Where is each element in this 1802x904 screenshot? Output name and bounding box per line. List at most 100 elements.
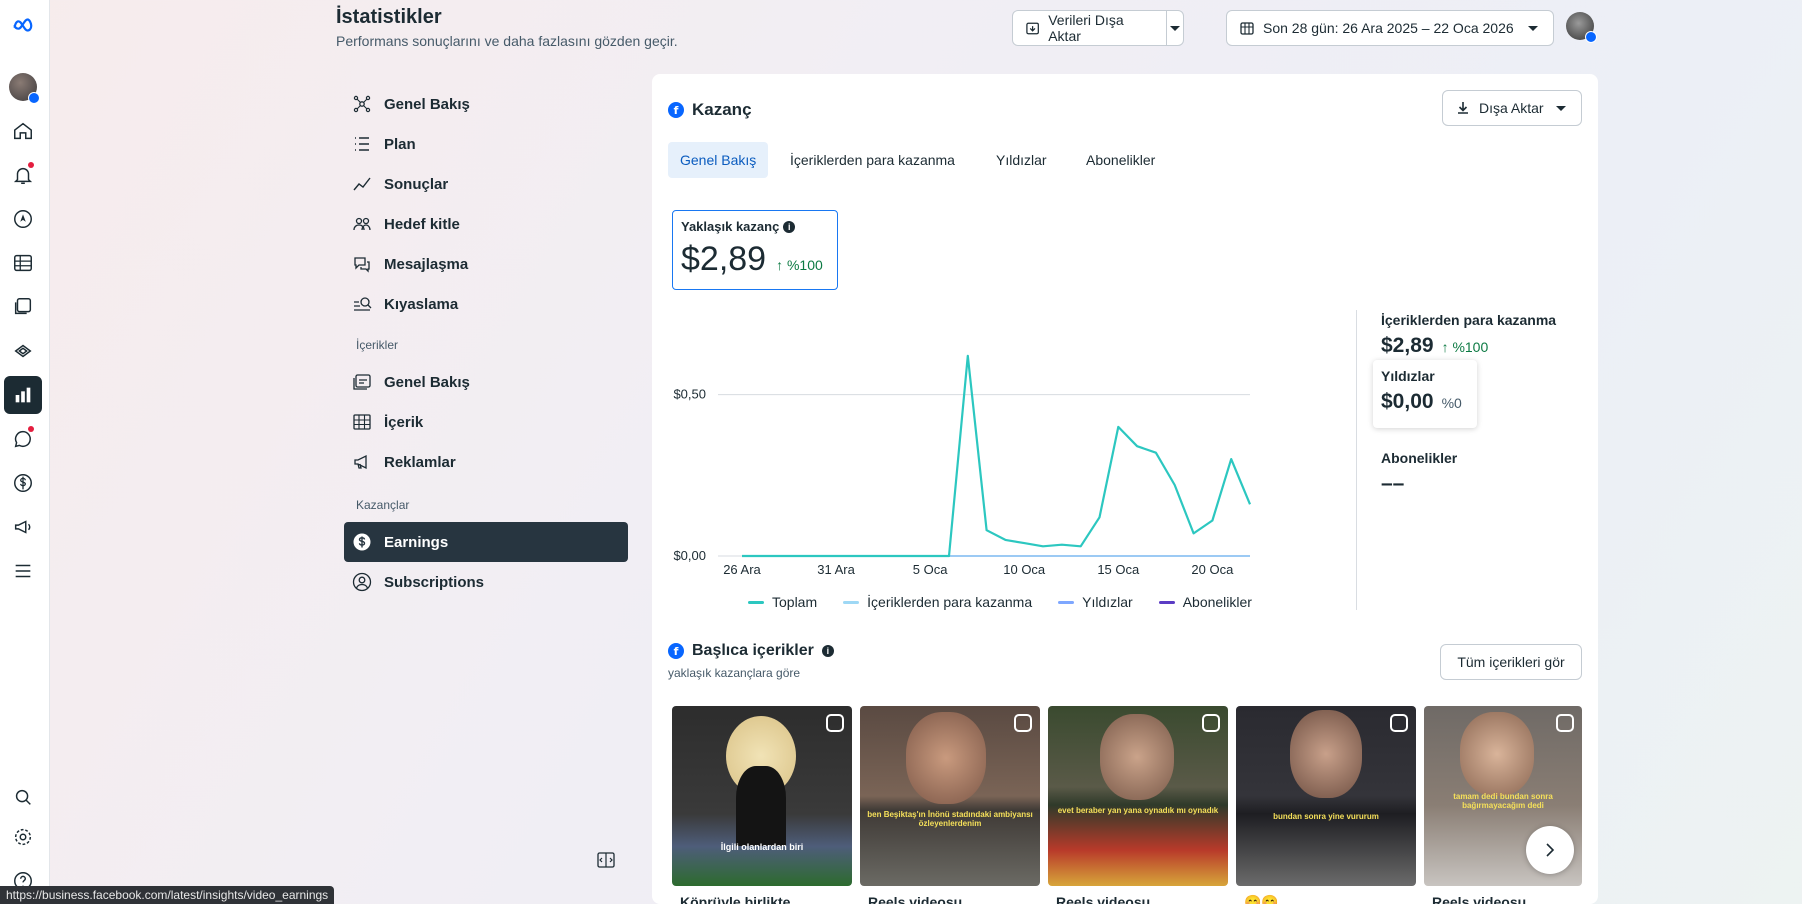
nav-subscriptions[interactable]: Subscriptions [344,562,628,602]
collapse-sidebar-icon[interactable] [596,850,616,870]
date-range-label: Son 28 gün: 26 Ara 2025 – 22 Oca 2026 [1263,20,1514,36]
breakdown-stars[interactable]: Yıldızlar $0,00 %0 [1373,360,1477,428]
x-tick-label: 20 Oca [1191,562,1234,577]
thumbnail-overlay-text: evet beraber yan yana oynadık mı oynadık [1057,806,1219,815]
nav-benchmarking[interactable]: Kıyaslama [344,284,628,324]
thumbnail-image [1100,714,1174,800]
status-bar-url: https://business.facebook.com/latest/ins… [0,886,335,904]
content-overview-icon [353,374,371,390]
card-header: f Kazanç [668,100,752,120]
thumbnail-caption: Reels videosu [1056,894,1151,904]
content-thumbnail[interactable]: evet beraber yan yana oynadık mı oynadık [1048,706,1228,886]
nav-ads[interactable]: Reklamlar [344,442,628,482]
export-dropdown-toggle[interactable] [1167,11,1183,45]
home-icon[interactable] [4,112,42,150]
info-icon[interactable]: i [783,220,796,233]
date-range-picker[interactable]: Son 28 gün: 26 Ara 2025 – 22 Oca 2026 [1226,10,1554,46]
thumbnail-caption: Reels videosu [868,894,963,904]
kpi-value-row: $2,89 ↑ %100 [681,240,829,279]
profile-avatar[interactable] [4,68,42,106]
megaphone-icon[interactable] [4,508,42,546]
benchmark-icon [354,297,372,311]
carousel-next-button[interactable] [1526,826,1574,874]
tab-overview[interactable]: Genel Bakış [668,142,769,178]
x-tick-label: 10 Oca [1003,562,1046,577]
kpi-estimated-earnings[interactable]: Yaklaşık kazanç i $2,89 ↑ %100 [672,210,838,290]
kpi-label-row: Yaklaşık kazanç i [681,219,829,234]
insights-icon[interactable] [4,376,42,414]
dollar-icon [353,533,371,551]
chevron-down-icon [1170,26,1180,31]
legend-item-stars[interactable]: Yıldızlar [1058,594,1133,610]
menu-icon[interactable] [4,552,42,590]
see-all-content-button[interactable]: Tüm içerikleri gör [1440,644,1582,680]
settings-icon[interactable] [4,818,42,856]
breakdown-subscriptions[interactable]: Abonelikler –– [1381,450,1457,496]
chevron-down-icon [1556,106,1566,111]
thumbnail-image [736,766,786,846]
tab-content-monetization[interactable]: İçeriklerden para kazanma [778,142,967,178]
reels-icon [1202,714,1220,732]
legend-item-subscriptions[interactable]: Abonelikler [1158,594,1252,610]
chevron-down-icon [1528,26,1538,31]
breakdown-change: ↑ %100 [1441,339,1489,355]
breakdown-panel: İçeriklerden para kazanma $2,89 ↑ %100 Y… [1356,310,1576,610]
nav-overview[interactable]: Genel Bakış [344,84,628,124]
breakdown-value-row: $0,00 %0 [1381,390,1469,414]
legend-item-total[interactable]: Toplam [748,594,817,610]
nav-label: İçerik [384,413,424,431]
monetization-icon[interactable] [4,464,42,502]
left-rail [0,0,50,904]
megaphone-icon [354,454,367,470]
top-content-header: f Başlıca içerikler i [668,642,834,660]
content-thumbnail[interactable]: bundan sonra yine vururum [1236,706,1416,886]
info-icon[interactable]: i [821,645,834,657]
thumbnail-image [906,712,986,804]
nav-content[interactable]: İçerik [344,402,628,442]
breakdown-value-row: $2,89 ↑ %100 [1381,334,1556,358]
thumbnail-caption: Köprüyle birlikte [680,894,791,904]
card-export-button[interactable]: Dışa Aktar [1442,90,1582,126]
grid-icon [353,414,371,430]
facebook-icon: f [668,102,684,118]
list-icon [355,137,369,151]
nav-messaging[interactable]: Mesajlaşma [344,244,628,284]
nav-label: Genel Bakış [384,95,470,113]
legend-swatch [1058,600,1075,604]
search-icon[interactable] [4,778,42,816]
inbox-icon[interactable] [4,420,42,458]
ads-icon[interactable] [4,332,42,370]
tab-stars[interactable]: Yıldızlar [984,142,1059,178]
content-thumbnail[interactable]: ben Beşiktaş'ın İnönü stadındaki ambiyan… [860,706,1040,886]
breakdown-monetization[interactable]: İçeriklerden para kazanma $2,89 ↑ %100 [1381,312,1556,358]
chart-svg: $0,00 $0,50 26 Ara 31 Ara 5 Oca 10 Oca 15 Oca 2… [673,354,1252,577]
x-tick-label: 5 Oca [913,562,948,577]
nav-audience[interactable]: Hedef kitle [344,204,628,244]
breakdown-value: $0,00 [1381,390,1434,413]
content-thumbnail[interactable]: İlgili olanlardan biri [672,706,852,886]
meta-logo-icon[interactable] [4,6,42,44]
tab-subscriptions[interactable]: Abonelikler [1074,142,1167,178]
nav-plan[interactable]: Plan [344,124,628,164]
account-avatar[interactable] [1566,12,1597,43]
nav-results[interactable]: Sonuçlar [344,164,628,204]
reels-icon [1556,714,1574,732]
legend-item-monetization[interactable]: İçeriklerden para kazanma [843,594,1032,610]
posts-icon[interactable] [4,288,42,326]
nav-earnings[interactable]: Earnings [344,522,628,562]
download-icon [1458,102,1468,114]
earnings-card: f Kazanç Dışa Aktar Genel Bakış İçerikle… [652,74,1598,904]
export-data-main[interactable]: Verileri Dışa Aktar [1013,11,1167,45]
legend-swatch [1158,600,1175,604]
legend-label: Toplam [772,594,818,610]
nav-content-overview[interactable]: Genel Bakış [344,362,628,402]
table-icon[interactable] [4,244,42,282]
breakdown-label: Yıldızlar [1381,368,1435,384]
compass-icon[interactable] [4,200,42,238]
thumbnail-overlay-text: bundan sonra yine vururum [1273,812,1379,821]
notifications-icon[interactable] [4,156,42,194]
thumbnail-caption: 😊😊 [1244,894,1279,904]
export-data-button[interactable]: Verileri Dışa Aktar [1012,10,1184,46]
subscriber-icon [352,572,372,592]
export-data-label: Verileri Dışa Aktar [1048,12,1124,44]
